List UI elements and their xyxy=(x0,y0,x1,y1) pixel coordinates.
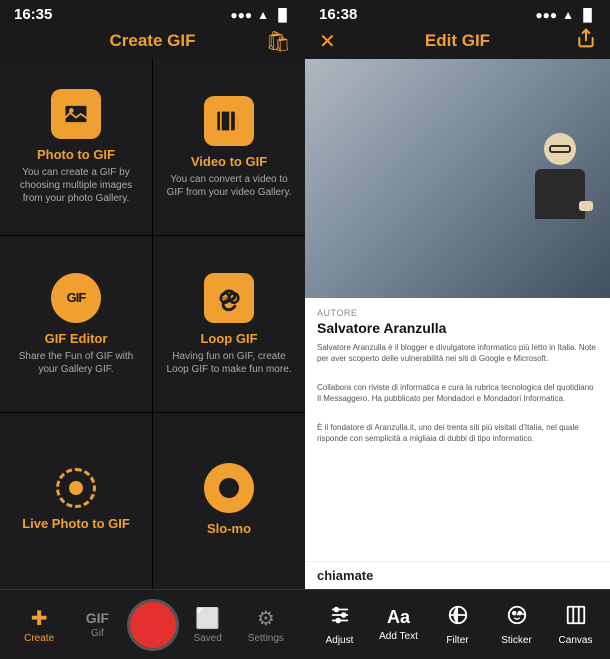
tab-settings[interactable]: ⚙ Settings xyxy=(237,606,295,644)
right-panel: 16:38 ●●● ▲ ▐▌ ✕ Edit GIF xyxy=(305,0,610,659)
tool-canvas[interactable]: Canvas xyxy=(546,604,605,646)
feature-grid: Photo to GIF You can create a GIF by cho… xyxy=(0,59,305,589)
right-battery-icon: ▐▌ xyxy=(579,8,596,22)
slo-mo-inner-circle xyxy=(219,478,239,498)
close-button[interactable]: ✕ xyxy=(319,29,336,54)
person-glasses xyxy=(549,145,571,153)
tab-saved[interactable]: ⬜ Saved xyxy=(179,606,237,644)
tab-gif[interactable]: GIF Gif xyxy=(68,610,126,639)
battery-icon: ▐▌ xyxy=(274,8,291,22)
live-photo-icon xyxy=(56,468,96,508)
gif-editor-desc: Share the Fun of GIF with your Gallery G… xyxy=(10,350,142,376)
grid-item-live-photo-to-gif[interactable]: Live Photo to GIF xyxy=(0,413,152,589)
canvas-label: Canvas xyxy=(559,635,593,646)
right-header-title: Edit GIF xyxy=(425,31,490,51)
article-autore-label: AUTORE xyxy=(317,308,598,318)
grid-item-video-to-gif[interactable]: Video to GIF You can convert a video to … xyxy=(153,59,305,235)
photo-to-gif-desc: You can create a GIF by choosing multipl… xyxy=(10,166,142,205)
add-text-icon: Aa xyxy=(387,607,410,628)
video-to-gif-desc: You can convert a video to GIF from your… xyxy=(163,173,295,199)
article-content: AUTORE Salvatore Aranzulla Salvatore Ara… xyxy=(305,298,610,562)
bag-icon[interactable]: 🛍 xyxy=(266,29,291,54)
left-time: 16:35 xyxy=(14,6,52,23)
create-icon: ✚ xyxy=(31,606,48,631)
gif-editor-title: GIF Editor xyxy=(45,331,108,346)
share-button[interactable] xyxy=(576,28,596,54)
tab-settings-label: Settings xyxy=(248,633,284,644)
article-paragraph-2: Collabora con riviste di informatica e c… xyxy=(317,382,598,404)
grid-item-gif-editor[interactable]: GIF GIF Editor Share the Fun of GIF with… xyxy=(0,236,152,412)
slo-mo-title: Slo-mo xyxy=(207,521,251,536)
settings-icon: ⚙ xyxy=(257,606,275,631)
person-image xyxy=(520,133,600,223)
slo-mo-icon xyxy=(204,463,254,513)
grid-item-photo-to-gif[interactable]: Photo to GIF You can create a GIF by cho… xyxy=(0,59,152,235)
canvas-icon xyxy=(565,604,587,632)
tab-create[interactable]: ✚ Create xyxy=(10,606,68,644)
gif-preview: AUTORE Salvatore Aranzulla Salvatore Ara… xyxy=(305,59,610,589)
right-time: 16:38 xyxy=(319,6,357,23)
left-header-title: Create GIF xyxy=(110,31,196,51)
loop-gif-title: Loop GIF xyxy=(200,331,257,346)
signal-icon: ●●● xyxy=(230,8,252,22)
filter-label: Filter xyxy=(446,635,468,646)
article-chiama: chiamate xyxy=(305,561,610,589)
person-head xyxy=(544,133,576,165)
tool-sticker[interactable]: Sticker xyxy=(487,604,546,646)
loop-gif-desc: Having fun on GIF, create Loop GIF to ma… xyxy=(163,350,295,376)
tab-gif-label: Gif xyxy=(91,628,104,639)
article-image xyxy=(305,59,610,298)
sticker-icon xyxy=(506,604,528,632)
person-body xyxy=(535,169,585,219)
article-card: AUTORE Salvatore Aranzulla Salvatore Ara… xyxy=(305,59,610,589)
tab-saved-label: Saved xyxy=(193,633,221,644)
gif-editor-icon: GIF xyxy=(51,273,101,323)
photo-to-gif-title: Photo to GIF xyxy=(37,147,115,162)
grid-item-loop-gif[interactable]: Loop GIF Having fun on GIF, create Loop … xyxy=(153,236,305,412)
gif-tab-icon: GIF xyxy=(86,610,109,626)
article-paragraph-3: È il fondatore di Aranzulla.it, uno dei … xyxy=(317,422,598,444)
loop-gif-icon xyxy=(204,273,254,323)
person-hand xyxy=(579,201,593,211)
adjust-label: Adjust xyxy=(326,635,354,646)
wifi-icon: ▲ xyxy=(257,8,269,22)
right-nav-header: ✕ Edit GIF xyxy=(305,27,610,59)
add-text-label: Add Text xyxy=(379,631,418,642)
sticker-label: Sticker xyxy=(501,635,532,646)
right-wifi-icon: ▲ xyxy=(562,8,574,22)
tool-filter[interactable]: Filter xyxy=(428,604,487,646)
live-photo-inner-circle xyxy=(69,481,83,495)
article-author-name: Salvatore Aranzulla xyxy=(317,320,598,336)
photo-to-gif-icon xyxy=(51,89,101,139)
article-paragraph-1: Salvatore Aranzulla è il blogger e divul… xyxy=(317,342,598,364)
tool-add-text[interactable]: Aa Add Text xyxy=(369,607,428,642)
left-status-icons: ●●● ▲ ▐▌ xyxy=(230,8,291,22)
saved-icon: ⬜ xyxy=(195,606,220,631)
tab-bar: ✚ Create GIF Gif ⬜ Saved ⚙ Settings xyxy=(0,589,305,659)
left-status-bar: 16:35 ●●● ▲ ▐▌ xyxy=(0,0,305,27)
tool-adjust[interactable]: Adjust xyxy=(310,604,369,646)
live-photo-title: Live Photo to GIF xyxy=(22,516,130,531)
grid-item-slo-mo[interactable]: Slo-mo xyxy=(153,413,305,589)
right-status-icons: ●●● ▲ ▐▌ xyxy=(535,8,596,22)
edit-toolbar: Adjust Aa Add Text Filter xyxy=(305,589,610,659)
tab-record[interactable] xyxy=(127,599,179,651)
video-to-gif-title: Video to GIF xyxy=(191,154,267,169)
video-to-gif-icon xyxy=(204,96,254,146)
right-signal-icon: ●●● xyxy=(535,8,557,22)
record-button[interactable] xyxy=(127,599,179,651)
filter-icon xyxy=(447,604,469,632)
tab-create-label: Create xyxy=(24,633,54,644)
left-panel: 16:35 ●●● ▲ ▐▌ Create GIF 🛍 Photo to GIF… xyxy=(0,0,305,659)
right-status-bar: 16:38 ●●● ▲ ▐▌ xyxy=(305,0,610,27)
left-nav-header: Create GIF 🛍 xyxy=(0,27,305,59)
adjust-icon xyxy=(329,604,351,632)
